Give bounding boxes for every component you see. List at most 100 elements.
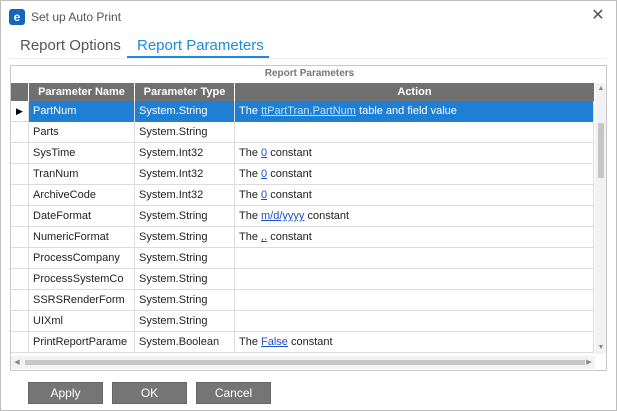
tab-divider	[9, 58, 606, 59]
title-bar: e Set up Auto Print ✕	[1, 1, 616, 33]
parameter-name-cell[interactable]: PrintReportParame	[29, 332, 135, 353]
action-cell[interactable]	[235, 248, 594, 269]
action-prefix-text: The	[239, 147, 262, 159]
close-icon[interactable]: ✕	[588, 6, 608, 26]
action-suffix-text: constant	[304, 210, 350, 222]
scroll-up-arrow-icon[interactable]: ▲	[595, 83, 606, 95]
action-link[interactable]: m/d/yyyy	[261, 210, 304, 222]
action-suffix-text: constant	[287, 336, 333, 348]
parameter-type-cell[interactable]: System.String	[135, 290, 235, 311]
parameter-name-cell[interactable]: ArchiveCode	[29, 185, 135, 206]
row-indicator-cell	[11, 227, 29, 248]
horizontal-scrollbar[interactable]: ◀ ▶	[11, 356, 595, 369]
row-indicator-cell	[11, 332, 29, 353]
header-indicator-cell	[11, 83, 29, 101]
vertical-scrollbar[interactable]: ▲ ▼	[595, 83, 606, 354]
table-row[interactable]: PrintReportParame System.Boolean The False…	[11, 332, 594, 353]
action-prefix-text: The	[239, 189, 262, 201]
parameter-type-cell[interactable]: System.String	[135, 227, 235, 248]
action-prefix-text: The	[239, 105, 262, 117]
parameter-type-cell[interactable]: System.String	[135, 269, 235, 290]
action-prefix-text: The	[239, 336, 262, 348]
action-cell[interactable]: The ttPartTran.PartNum table and field v…	[235, 101, 594, 122]
table-row[interactable]: TranNum System.Int32 The 0 constant	[11, 164, 594, 185]
table-row[interactable]: ProcessCompany System.String	[11, 248, 594, 269]
active-tab-indicator	[127, 56, 269, 58]
action-link[interactable]: False	[261, 336, 288, 348]
parameter-name-cell[interactable]: Parts	[29, 122, 135, 143]
table-row[interactable]: ProcessSystemCo System.String	[11, 269, 594, 290]
scroll-down-arrow-icon[interactable]: ▼	[595, 342, 606, 354]
scroll-left-arrow-icon[interactable]: ◀	[11, 356, 23, 369]
tab-report-options[interactable]: Report Options	[20, 37, 121, 54]
dialog-window: e Set up Auto Print ✕ Report Options Rep…	[0, 0, 617, 411]
action-suffix-text: constant	[267, 231, 312, 243]
action-link[interactable]: ttPartTran.PartNum	[261, 105, 356, 117]
parameter-type-cell[interactable]: System.Int32	[135, 164, 235, 185]
grid-header: Parameter Name Parameter Type Action	[11, 83, 594, 101]
action-suffix-text: constant	[267, 189, 312, 201]
action-cell[interactable]: The 0 constant	[235, 185, 594, 206]
report-parameters-grid: Report Parameters Parameter Name Paramet…	[10, 65, 607, 371]
table-row[interactable]: ▶ PartNum System.String The ttPartTran.Part…	[11, 101, 594, 122]
action-cell[interactable]	[235, 290, 594, 311]
cancel-button[interactable]: Cancel	[196, 382, 271, 404]
parameter-type-cell[interactable]: System.String	[135, 248, 235, 269]
tab-report-parameters[interactable]: Report Parameters	[137, 37, 264, 54]
action-cell[interactable]: The ,. constant	[235, 227, 594, 248]
vertical-scroll-thumb[interactable]	[598, 123, 604, 178]
horizontal-scroll-thumb[interactable]	[25, 360, 585, 365]
parameter-name-cell[interactable]: UIXml	[29, 311, 135, 332]
ok-button[interactable]: OK	[112, 382, 187, 404]
action-cell[interactable]: The 0 constant	[235, 164, 594, 185]
action-prefix-text: The	[239, 210, 262, 222]
grid-rows: ▶ PartNum System.String The ttPartTran.Part…	[11, 101, 594, 353]
row-indicator-cell	[11, 185, 29, 206]
parameter-type-cell[interactable]: System.Int32	[135, 185, 235, 206]
action-suffix-text: table and field value	[355, 105, 457, 117]
action-prefix-text: The	[239, 231, 262, 243]
row-indicator-cell	[11, 206, 29, 227]
row-indicator-icon: ▶	[11, 101, 29, 122]
apply-button[interactable]: Apply	[28, 382, 103, 404]
row-indicator-cell	[11, 143, 29, 164]
scroll-right-arrow-icon[interactable]: ▶	[583, 356, 595, 369]
row-indicator-cell	[11, 248, 29, 269]
action-cell[interactable]: The False constant	[235, 332, 594, 353]
table-row[interactable]: SSRSRenderForm System.String	[11, 290, 594, 311]
action-cell[interactable]	[235, 269, 594, 290]
table-row[interactable]: ArchiveCode System.Int32 The 0 constant	[11, 185, 594, 206]
parameter-name-cell[interactable]: TranNum	[29, 164, 135, 185]
action-cell[interactable]	[235, 311, 594, 332]
action-cell[interactable]	[235, 122, 594, 143]
parameter-name-cell[interactable]: SSRSRenderForm	[29, 290, 135, 311]
action-suffix-text: constant	[267, 147, 312, 159]
table-row[interactable]: SysTime System.Int32 The 0 constant	[11, 143, 594, 164]
parameter-type-cell[interactable]: System.String	[135, 311, 235, 332]
action-cell[interactable]: The 0 constant	[235, 143, 594, 164]
parameter-type-cell[interactable]: System.String	[135, 101, 235, 122]
table-row[interactable]: UIXml System.String	[11, 311, 594, 332]
action-prefix-text: The	[239, 168, 262, 180]
parameter-type-cell[interactable]: System.Int32	[135, 143, 235, 164]
column-header-parameter-name[interactable]: Parameter Name	[29, 83, 135, 101]
parameter-type-cell[interactable]: System.Boolean	[135, 332, 235, 353]
row-indicator-cell	[11, 122, 29, 143]
table-row[interactable]: Parts System.String	[11, 122, 594, 143]
parameter-type-cell[interactable]: System.String	[135, 122, 235, 143]
parameter-name-cell[interactable]: ProcessSystemCo	[29, 269, 135, 290]
parameter-name-cell[interactable]: DateFormat	[29, 206, 135, 227]
parameter-name-cell[interactable]: SysTime	[29, 143, 135, 164]
action-cell[interactable]: The m/d/yyyy constant	[235, 206, 594, 227]
column-header-action[interactable]: Action	[235, 83, 594, 101]
parameter-name-cell[interactable]: PartNum	[29, 101, 135, 122]
table-row[interactable]: NumericFormat System.String The ,. constan…	[11, 227, 594, 248]
app-logo-icon: e	[9, 9, 25, 25]
row-indicator-cell	[11, 269, 29, 290]
column-header-parameter-type[interactable]: Parameter Type	[135, 83, 235, 101]
table-row[interactable]: DateFormat System.String The m/d/yyyy cons…	[11, 206, 594, 227]
parameter-name-cell[interactable]: ProcessCompany	[29, 248, 135, 269]
parameter-name-cell[interactable]: NumericFormat	[29, 227, 135, 248]
parameter-type-cell[interactable]: System.String	[135, 206, 235, 227]
row-indicator-cell	[11, 311, 29, 332]
